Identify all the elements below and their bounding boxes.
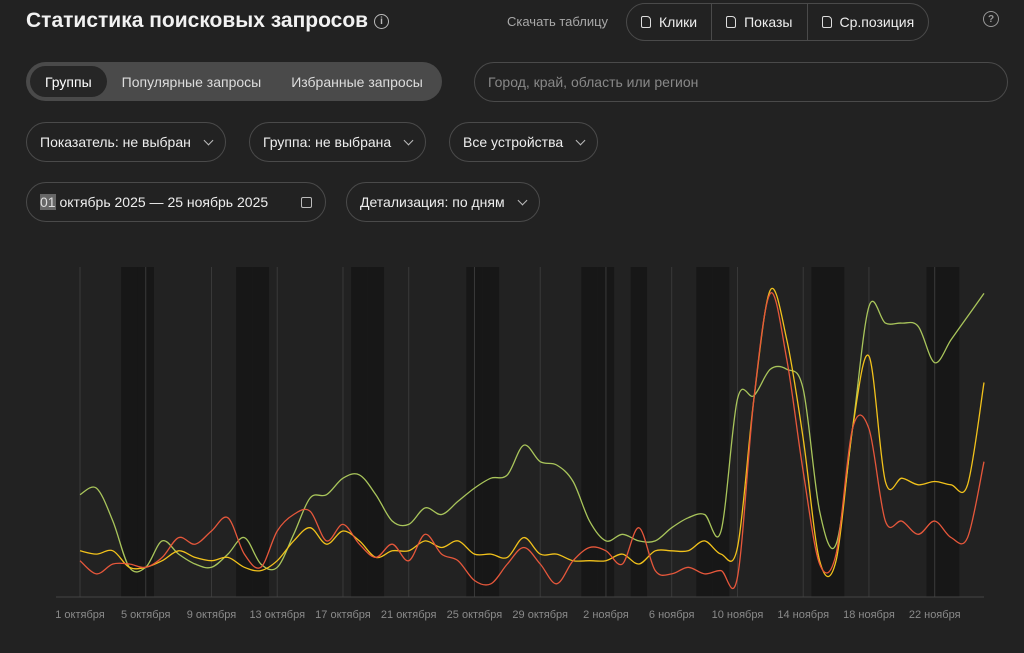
x-tick-label: 18 ноября [843, 609, 895, 621]
non-working-day-band [811, 267, 828, 597]
non-working-day-band [121, 267, 138, 597]
x-tick-label: 14 ноября [777, 609, 829, 621]
non-working-day-band [367, 267, 385, 597]
x-tick-label: 9 октября [187, 609, 237, 621]
line-chart: 1 октября 5 октября 9 октября 13 октября 17 … [55, 267, 985, 621]
non-working-day-band [482, 267, 500, 597]
non-working-day-band [942, 267, 960, 597]
x-tick-label: 17 октября [315, 609, 371, 621]
x-tick-label: 13 октября [249, 609, 305, 621]
non-working-day-band [252, 267, 270, 597]
non-working-day-band [712, 267, 730, 597]
x-tick-label: 25 октября [447, 609, 503, 621]
x-tick-label: 29 октября [512, 609, 568, 621]
x-tick-label: 21 октября [381, 609, 437, 621]
x-tick-label: 2 ноября [583, 609, 629, 621]
x-tick-label: 1 октября [55, 609, 105, 621]
x-tick-label: 6 ноября [649, 609, 695, 621]
non-working-day-band [630, 267, 648, 597]
x-tick-label: 22 ноября [909, 609, 961, 621]
non-working-day-band [236, 267, 253, 597]
x-tick-label: 5 октября [121, 609, 171, 621]
series-line-0 [79, 293, 985, 573]
non-working-day-band [696, 267, 713, 597]
series-line-1 [79, 287, 985, 578]
x-tick-label: 10 ноября [712, 609, 764, 621]
